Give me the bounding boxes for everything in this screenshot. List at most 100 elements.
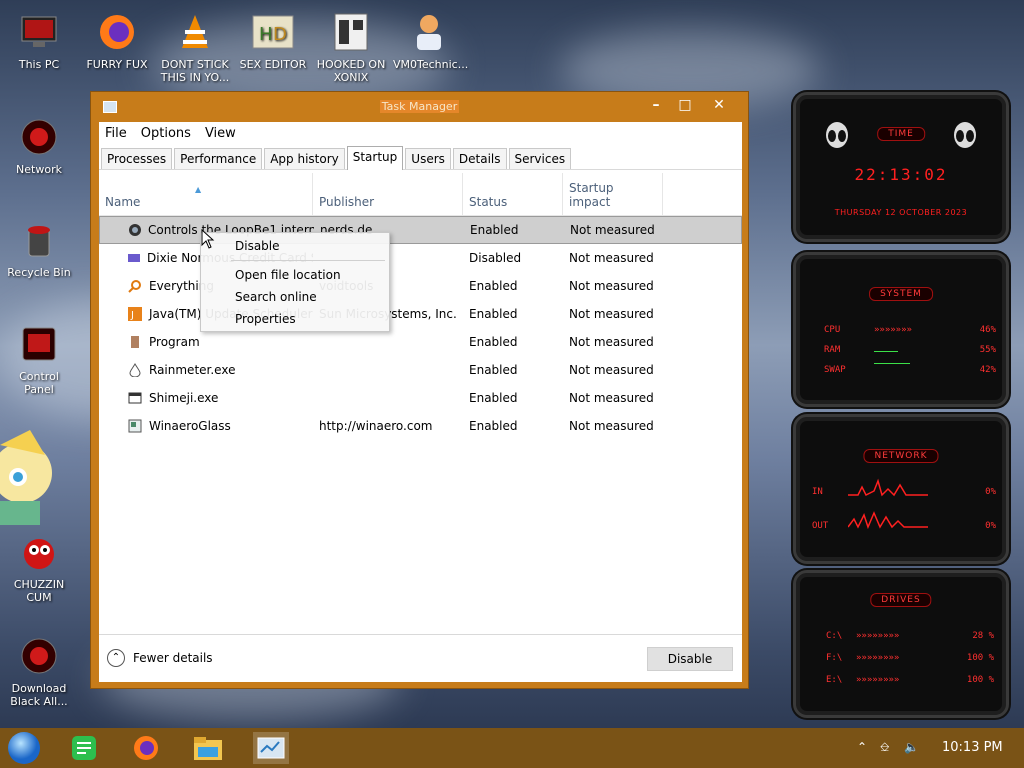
desktop-icon-hooked-on-xonix[interactable]: HOOKED ON XONIX [315,10,387,84]
network-out-value: 0% [985,521,996,531]
start-button[interactable] [6,732,42,764]
desktop-icon-label: SEX EDITOR [239,58,307,71]
tab-details[interactable]: Details [452,148,507,169]
table-row[interactable]: Shimeji.exe Enabled Not measured [99,384,742,412]
desktop-icon-control-panel[interactable]: Control Panel [3,322,75,396]
desktop-icon-label: DONT STICK THIS IN YO... [160,58,230,84]
column-header-publisher[interactable]: Publisher [313,173,463,215]
tab-processes[interactable]: Processes [101,148,173,169]
network-in-value: 0% [985,487,996,497]
network-in-label: IN [812,487,823,497]
network-icon [17,115,61,159]
file-explorer-icon[interactable] [190,732,226,764]
network-out-label: OUT [812,521,829,531]
menu-view[interactable]: View [205,126,236,141]
desktop-icon-chuzzin-cum[interactable]: CHUZZIN CUM [3,530,75,604]
recycle-bin-icon [17,218,61,262]
context-menu-open-file-location[interactable]: Open file location [235,268,341,282]
fewer-details-link[interactable]: ⌃ Fewer details [107,649,213,667]
context-menu-disable[interactable]: Disable [235,239,280,253]
tab-strip: Processes Performance App history Startu… [99,144,742,170]
tab-users[interactable]: Users [405,148,451,169]
chevron-up-icon: ⌃ [107,649,125,667]
table-row[interactable]: Controls the LoopBe1 intern... nerds.de … [99,216,742,244]
cpu-bar: »»»»»»» [874,325,912,335]
tab-app-history[interactable]: App history [264,148,345,169]
mouse-cursor-icon [201,228,215,252]
computer-icon [17,10,61,54]
close-button[interactable]: ✕ [704,95,734,115]
maximize-button[interactable]: □ [670,95,700,115]
taskbar-app-green-icon[interactable] [66,732,102,764]
firefox-icon[interactable] [128,732,164,764]
row-status: Disabled [469,251,522,265]
task-manager-window: Task Manager – □ ✕ File Options View Pro… [90,91,749,689]
table-row[interactable]: WinaeroGlass http://winaero.com Enabled … [99,412,742,440]
card-icon [127,250,141,266]
desktop-icon-vm0technic[interactable]: VM0Technic... [393,10,468,71]
disable-button[interactable]: Disable [647,647,733,671]
menu-bar: File Options View [99,122,742,144]
chuzzle-icon [17,530,61,574]
table-row[interactable]: Dixie Normous Credit Card S... Disabled … [99,244,742,272]
time-widget: TIME 22:13:02 THURSDAY 12 OCTOBER 2023 [793,92,1009,242]
row-name: WinaeroGlass [149,419,231,433]
context-menu-properties[interactable]: Properties [235,312,296,326]
show-hidden-icons-chevron-icon[interactable]: ⌃ [857,740,867,754]
menu-separator [231,260,385,261]
context-menu: Disable Open file location Search online… [200,232,390,332]
column-header-status[interactable]: Status [463,173,563,215]
desktop-icon-recycle-bin[interactable]: Recycle Bin [3,218,75,279]
desktop-icon-label: Control Panel [19,370,59,396]
table-row[interactable]: Program Enabled Not measured [99,328,742,356]
row-impact: Not measured [570,223,655,237]
title-bar[interactable]: Task Manager – □ ✕ [91,92,748,122]
widget-title: NETWORK [863,449,939,463]
table-row[interactable]: JJava(TM) Update Scheduler Sun Microsyst… [99,300,742,328]
desktop-icon-furry-fux[interactable]: FURRY FUX [81,10,153,71]
menu-options[interactable]: Options [141,126,191,141]
desktop-icon-label: Download Black All... [10,682,68,708]
minimize-button[interactable]: – [641,95,671,115]
date-display: THURSDAY 12 OCTOBER 2023 [834,208,968,217]
row-publisher: http://winaero.com [319,419,433,433]
desktop-icon-this-pc[interactable]: This PC [3,10,75,71]
row-impact: Not measured [569,279,654,293]
system-widget: SYSTEM CPU »»»»»»» 46% RAM 55% SWAP 42% [793,252,1009,407]
network-widget: NETWORK IN 0% OUT 0% [793,414,1009,564]
desktop-icon-label: Network [16,163,62,176]
menu-file[interactable]: File [105,126,127,141]
row-name: Rainmeter.exe [149,363,236,377]
volume-icon[interactable]: 🔈 [904,740,919,754]
vlc-cone-icon [173,10,217,54]
row-impact: Not measured [569,307,654,321]
drive-f-bar: »»»»»»»» [856,653,900,663]
context-menu-search-online[interactable]: Search online [235,290,317,304]
drive-e-bar: »»»»»»»» [856,675,900,685]
taskbar-clock[interactable]: 10:13 PM [942,740,1003,755]
desktop-icon-sex-editor[interactable]: HD SEX EDITOR [237,10,309,71]
column-header-startup-impact[interactable]: Startup impact [563,173,663,215]
tab-performance[interactable]: Performance [174,148,263,169]
tab-startup[interactable]: Startup [346,146,404,170]
tab-services[interactable]: Services [508,148,572,169]
row-status: Enabled [469,363,518,377]
table-row[interactable]: Rainmeter.exe Enabled Not measured [99,356,742,384]
desktop-icon-network[interactable]: Network [3,115,75,176]
footer-bar: ⌃ Fewer details Disable [99,634,742,682]
svg-text:J: J [130,310,134,321]
ram-value: 55% [979,345,996,355]
search-icon [127,278,143,294]
table-row[interactable]: Everything voidtools Enabled Not measure… [99,272,742,300]
row-status: Enabled [469,279,518,293]
window-title: Task Manager [379,100,460,113]
task-manager-taskbar-icon[interactable] [253,732,289,764]
desktop-icon-download-black[interactable]: Download Black All... [3,634,75,708]
drive-e-value: 100 % [966,675,994,685]
drive-e-label: E:\ [826,675,843,685]
network-tray-icon[interactable]: ⎒ [880,740,889,755]
column-header-name[interactable]: Name ▲ [99,173,313,215]
desktop-icon-dont-stick[interactable]: DONT STICK THIS IN YO... [159,10,231,84]
drive-f-value: 100 % [966,653,994,663]
program-icon [127,334,143,350]
